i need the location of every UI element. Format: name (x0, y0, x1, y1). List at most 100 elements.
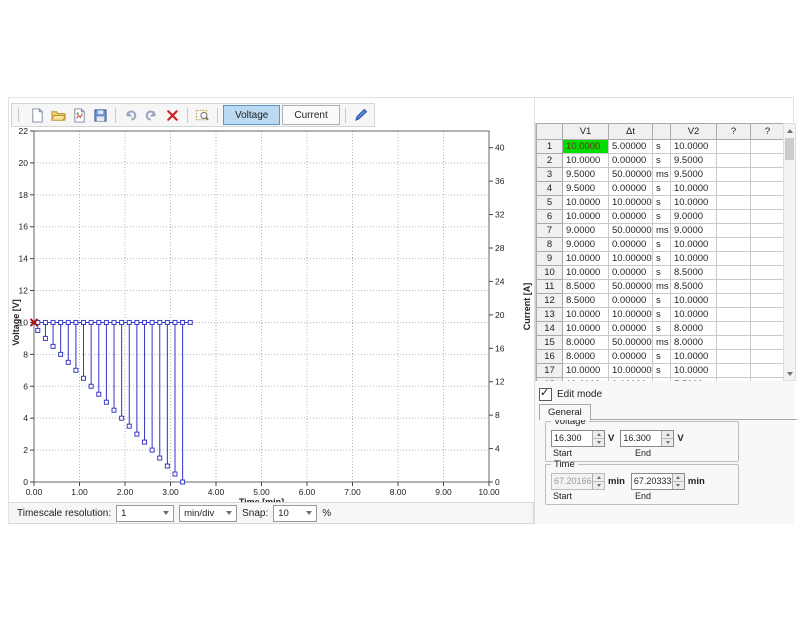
timescale-value-dropdown[interactable]: 1 (116, 505, 174, 522)
waveform-marker[interactable] (51, 344, 55, 348)
waveform-marker[interactable] (181, 320, 185, 324)
cell-q1[interactable] (717, 238, 751, 252)
waveform-marker[interactable] (127, 320, 131, 324)
cell-unit[interactable]: s (653, 322, 671, 336)
cell-dt[interactable]: 0.00000 (609, 322, 653, 336)
cell-unit[interactable]: ms (653, 224, 671, 238)
waveform-marker[interactable] (120, 416, 124, 420)
cell-v1[interactable]: 10.0000 (563, 322, 609, 336)
row-number-button[interactable]: 9 (537, 252, 563, 266)
cell-q1[interactable] (717, 210, 751, 224)
scrollbar-up-button[interactable] (784, 124, 795, 137)
row-number-button[interactable]: 17 (537, 364, 563, 378)
cell-v1[interactable]: 9.5000 (563, 182, 609, 196)
cell-q2[interactable] (751, 196, 785, 210)
waveform-marker[interactable] (127, 424, 131, 428)
cell-q2[interactable] (751, 322, 785, 336)
waveform-marker[interactable] (135, 320, 139, 324)
cell-q2[interactable] (751, 210, 785, 224)
open-file-button[interactable] (49, 106, 68, 125)
waveform-marker[interactable] (158, 320, 162, 324)
cell-q1[interactable] (717, 140, 751, 154)
waveform-marker[interactable] (74, 368, 78, 372)
voltage-start-value[interactable]: 16.300 (552, 431, 592, 446)
cell-dt[interactable]: 50.00000 (609, 168, 653, 182)
cell-unit[interactable]: s (653, 364, 671, 378)
cell-v1[interactable]: 10.0000 (563, 154, 609, 168)
waveform-marker[interactable] (142, 320, 146, 324)
waveform-marker[interactable] (104, 320, 108, 324)
cell-v2[interactable]: 10.0000 (671, 196, 717, 210)
cell-dt[interactable]: 0.00000 (609, 238, 653, 252)
cell-v2[interactable]: 8.0000 (671, 322, 717, 336)
waveform-marker[interactable] (173, 320, 177, 324)
cell-dt[interactable]: 0.00000 (609, 266, 653, 280)
row-number-button[interactable]: 11 (537, 280, 563, 294)
toolbar-grip[interactable] (18, 108, 23, 122)
timescale-unit-dropdown[interactable]: min/div (179, 505, 237, 522)
cell-v1[interactable]: 10.0000 (563, 364, 609, 378)
voltage-start-spinner[interactable]: 16.300 (551, 430, 605, 447)
cell-q2[interactable] (751, 294, 785, 308)
cell-v1[interactable]: 8.0000 (563, 350, 609, 364)
cell-v2[interactable]: 8.5000 (671, 280, 717, 294)
spin-up-button[interactable] (662, 431, 673, 439)
cell-dt[interactable]: 10.00000 (609, 252, 653, 266)
cell-v1[interactable]: 10.0000 (563, 266, 609, 280)
cell-v1[interactable]: 9.0000 (563, 238, 609, 252)
cell-q2[interactable] (751, 280, 785, 294)
spin-up-button[interactable] (593, 431, 604, 439)
spin-down-button[interactable] (673, 482, 684, 489)
waveform-marker[interactable] (97, 320, 101, 324)
table-scrollbar[interactable] (783, 123, 796, 381)
cell-v2[interactable]: 9.0000 (671, 210, 717, 224)
time-end-value[interactable]: 67.2033333 (632, 474, 672, 489)
cell-q2[interactable] (751, 350, 785, 364)
row-number-button[interactable]: 10 (537, 266, 563, 280)
cell-q1[interactable] (717, 350, 751, 364)
row-number-button[interactable]: 12 (537, 294, 563, 308)
cell-q1[interactable] (717, 364, 751, 378)
cell-q1[interactable] (717, 336, 751, 350)
cell-v1[interactable]: 8.0000 (563, 336, 609, 350)
export-image-button[interactable] (70, 106, 89, 125)
spinner-arrows[interactable] (672, 474, 684, 489)
cell-q2[interactable] (751, 154, 785, 168)
waveform-marker[interactable] (112, 408, 116, 412)
cell-q1[interactable] (717, 322, 751, 336)
spin-down-button[interactable] (593, 439, 604, 446)
waveform-marker[interactable] (82, 320, 86, 324)
cell-unit[interactable]: s (653, 210, 671, 224)
cell-v2[interactable]: 10.0000 (671, 182, 717, 196)
new-document-button[interactable] (28, 106, 47, 125)
cell-q2[interactable] (751, 238, 785, 252)
row-number-button[interactable]: 1 (537, 140, 563, 154)
cell-v1[interactable]: 8.5000 (563, 294, 609, 308)
row-number-button[interactable]: 13 (537, 308, 563, 322)
cell-q2[interactable] (751, 224, 785, 238)
waveform-marker[interactable] (188, 320, 192, 324)
row-number-button[interactable]: 7 (537, 224, 563, 238)
redo-button[interactable] (142, 106, 161, 125)
cell-v1[interactable]: 9.0000 (563, 224, 609, 238)
row-number-button[interactable]: 15 (537, 336, 563, 350)
cell-q1[interactable] (717, 308, 751, 322)
waveform-marker[interactable] (43, 320, 47, 324)
waveform-marker[interactable] (82, 376, 86, 380)
cell-q2[interactable] (751, 266, 785, 280)
cell-dt[interactable]: 10.00000 (609, 308, 653, 322)
waveform-marker[interactable] (59, 320, 63, 324)
cell-v2[interactable]: 9.5000 (671, 168, 717, 182)
cell-dt[interactable]: 5.00000 (609, 140, 653, 154)
zoom-select-button[interactable] (193, 106, 212, 125)
waveform-marker[interactable] (36, 328, 40, 332)
cell-dt[interactable]: 0.00000 (609, 294, 653, 308)
cell-q1[interactable] (717, 168, 751, 182)
cell-unit[interactable]: ms (653, 168, 671, 182)
cell-unit[interactable]: s (653, 252, 671, 266)
cell-unit[interactable]: s (653, 308, 671, 322)
cell-q1[interactable] (717, 224, 751, 238)
cell-dt[interactable]: 10.00000 (609, 196, 653, 210)
cell-dt[interactable]: 10.00000 (609, 364, 653, 378)
cell-q1[interactable] (717, 182, 751, 196)
